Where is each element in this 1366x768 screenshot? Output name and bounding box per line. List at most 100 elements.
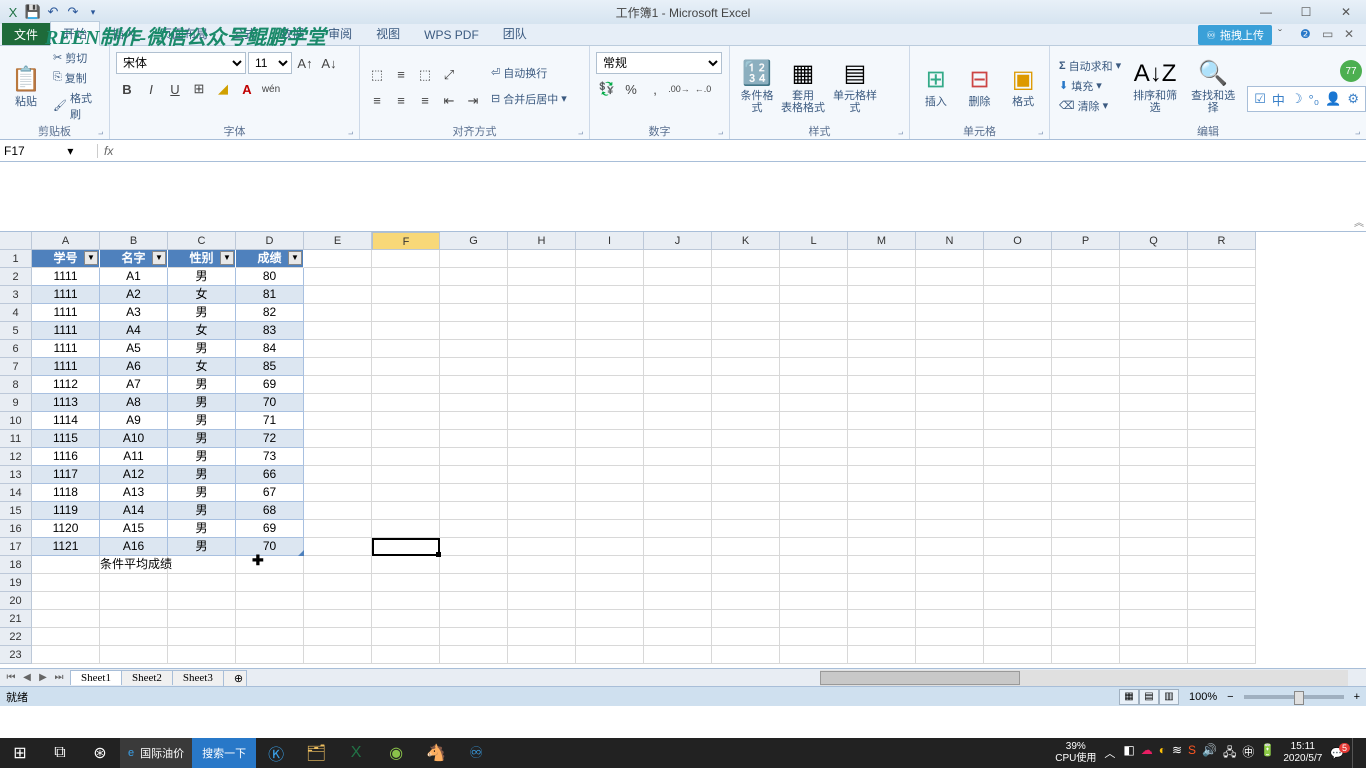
cell[interactable] [984, 394, 1052, 412]
cell[interactable]: 1111 [32, 268, 100, 286]
sheet-tab-1[interactable]: Sheet1 [70, 670, 122, 685]
cell[interactable] [372, 250, 440, 268]
cell[interactable]: 女 [168, 358, 236, 376]
cell[interactable] [100, 628, 168, 646]
tray-icon[interactable]: S [1188, 743, 1196, 764]
font-size-select[interactable]: 11 [248, 52, 292, 74]
cell[interactable] [508, 394, 576, 412]
cell[interactable] [1052, 466, 1120, 484]
cell[interactable] [304, 520, 372, 538]
cell[interactable] [372, 322, 440, 340]
cell[interactable] [576, 448, 644, 466]
moon-icon[interactable]: ☽ [1291, 91, 1303, 107]
cell[interactable] [848, 250, 916, 268]
cell[interactable] [848, 322, 916, 340]
cell[interactable] [644, 448, 712, 466]
cell[interactable] [916, 574, 984, 592]
cell[interactable] [304, 556, 372, 574]
col-header-E[interactable]: E [304, 232, 372, 250]
cell[interactable] [168, 646, 236, 664]
row-header-4[interactable]: 4 [0, 304, 32, 322]
tab-team[interactable]: 团队 [491, 22, 539, 45]
tray-expand-icon[interactable]: ︿ [1104, 745, 1115, 761]
cell[interactable] [508, 340, 576, 358]
cell[interactable]: 69 [236, 520, 304, 538]
format-cells-button[interactable]: ▣格式 [1003, 48, 1043, 123]
cell[interactable] [440, 466, 508, 484]
cell[interactable] [1120, 430, 1188, 448]
table-format-button[interactable]: ▦套用 表格格式 [782, 48, 824, 123]
cell[interactable] [1188, 538, 1256, 556]
cell[interactable] [712, 556, 780, 574]
cell[interactable] [304, 574, 372, 592]
cell[interactable] [848, 574, 916, 592]
cell[interactable] [100, 646, 168, 664]
cell[interactable]: 女 [168, 322, 236, 340]
cell[interactable] [712, 412, 780, 430]
cell[interactable] [576, 484, 644, 502]
cell[interactable] [848, 376, 916, 394]
minimize-button[interactable]: — [1246, 0, 1286, 24]
app-explorer-icon[interactable]: 🗂 [296, 738, 336, 768]
cell[interactable] [32, 556, 100, 574]
cell[interactable] [372, 304, 440, 322]
cell[interactable]: 1111 [32, 340, 100, 358]
row-header-16[interactable]: 16 [0, 520, 32, 538]
help-icon[interactable]: ❷ [1300, 27, 1316, 43]
select-all-corner[interactable] [0, 232, 32, 250]
cell[interactable] [644, 268, 712, 286]
cell[interactable] [1052, 538, 1120, 556]
cell[interactable]: 性别▼ [168, 250, 236, 268]
cell[interactable]: A8 [100, 394, 168, 412]
cell[interactable] [440, 322, 508, 340]
col-header-D[interactable]: D [236, 232, 304, 250]
checkbox-icon[interactable]: ☑ [1254, 91, 1266, 107]
col-header-K[interactable]: K [712, 232, 780, 250]
cell[interactable] [712, 322, 780, 340]
cell[interactable] [712, 268, 780, 286]
cell[interactable] [1188, 340, 1256, 358]
cell[interactable] [916, 448, 984, 466]
cell[interactable] [916, 520, 984, 538]
indent-dec-icon[interactable]: ⇤ [438, 90, 460, 112]
cell[interactable] [916, 250, 984, 268]
cell[interactable] [100, 592, 168, 610]
cell[interactable] [848, 538, 916, 556]
new-sheet-button[interactable]: ⊕ [223, 670, 247, 686]
italic-button[interactable]: I [140, 78, 162, 100]
cell[interactable]: 男 [168, 538, 236, 556]
cell[interactable] [1188, 358, 1256, 376]
ribbon-min-icon[interactable]: ˇ [1278, 27, 1294, 43]
filter-arrow-icon[interactable]: ▼ [220, 251, 234, 265]
cell[interactable]: 女 [168, 286, 236, 304]
cell[interactable] [712, 520, 780, 538]
cell[interactable] [508, 628, 576, 646]
cell[interactable] [1120, 304, 1188, 322]
cell[interactable] [1052, 556, 1120, 574]
cell[interactable] [780, 574, 848, 592]
cell[interactable] [916, 376, 984, 394]
cell[interactable]: 男 [168, 466, 236, 484]
cell[interactable] [780, 556, 848, 574]
cell[interactable] [848, 502, 916, 520]
ime-icon[interactable]: ㊥ [1242, 743, 1254, 764]
cell[interactable] [508, 592, 576, 610]
cell[interactable] [644, 466, 712, 484]
cell[interactable] [1120, 466, 1188, 484]
cell[interactable] [32, 592, 100, 610]
cell[interactable] [372, 340, 440, 358]
cell[interactable] [780, 358, 848, 376]
cell[interactable] [304, 304, 372, 322]
cell[interactable] [304, 412, 372, 430]
cell[interactable] [848, 430, 916, 448]
horizontal-scrollbar[interactable] [820, 670, 1348, 686]
number-format-select[interactable]: 常规 [596, 52, 722, 74]
tray-icon[interactable]: ◐ [1159, 743, 1166, 764]
cell[interactable]: A6 [100, 358, 168, 376]
cell[interactable]: 名字▼ [100, 250, 168, 268]
cell[interactable] [32, 574, 100, 592]
cell[interactable] [304, 250, 372, 268]
cell[interactable] [984, 448, 1052, 466]
cell[interactable] [712, 538, 780, 556]
save-icon[interactable]: 💾 [24, 3, 42, 21]
